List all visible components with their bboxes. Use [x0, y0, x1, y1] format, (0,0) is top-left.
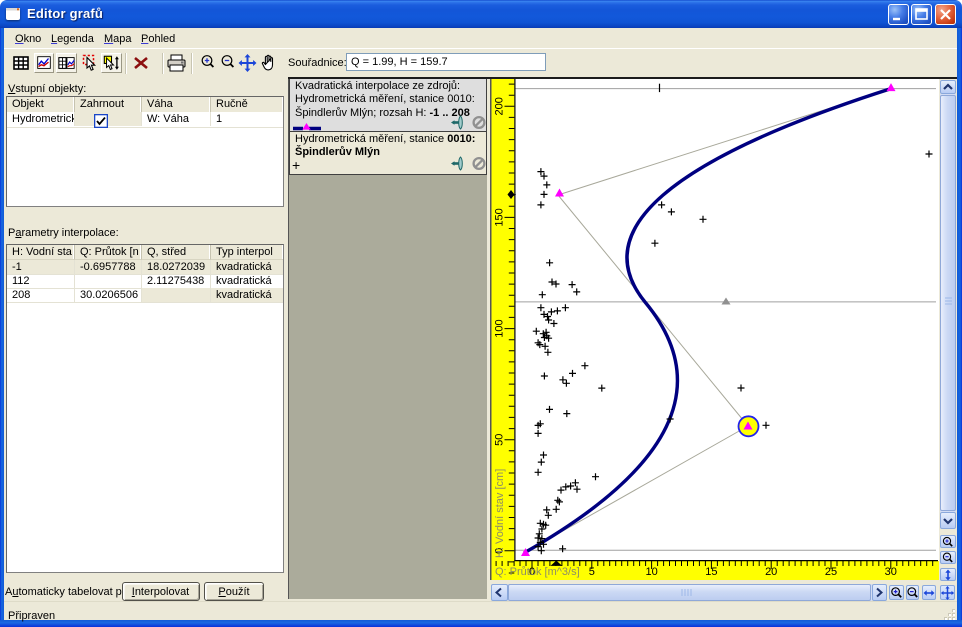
svg-text:25: 25: [825, 566, 837, 578]
svg-text:H: Vodní stav [cm]: H: Vodní stav [cm]: [494, 469, 506, 558]
svg-text:Q: Průtok [m^3/s]: Q: Průtok [m^3/s]: [495, 566, 580, 578]
svg-text:50: 50: [494, 434, 506, 446]
svg-text:5: 5: [589, 566, 595, 578]
svg-text:10: 10: [645, 566, 657, 578]
svg-text:15: 15: [705, 566, 717, 578]
svg-text:20: 20: [765, 566, 777, 578]
svg-text:30: 30: [885, 566, 897, 578]
svg-text:200: 200: [494, 97, 506, 115]
svg-text:150: 150: [494, 208, 506, 226]
svg-text:100: 100: [494, 319, 506, 337]
